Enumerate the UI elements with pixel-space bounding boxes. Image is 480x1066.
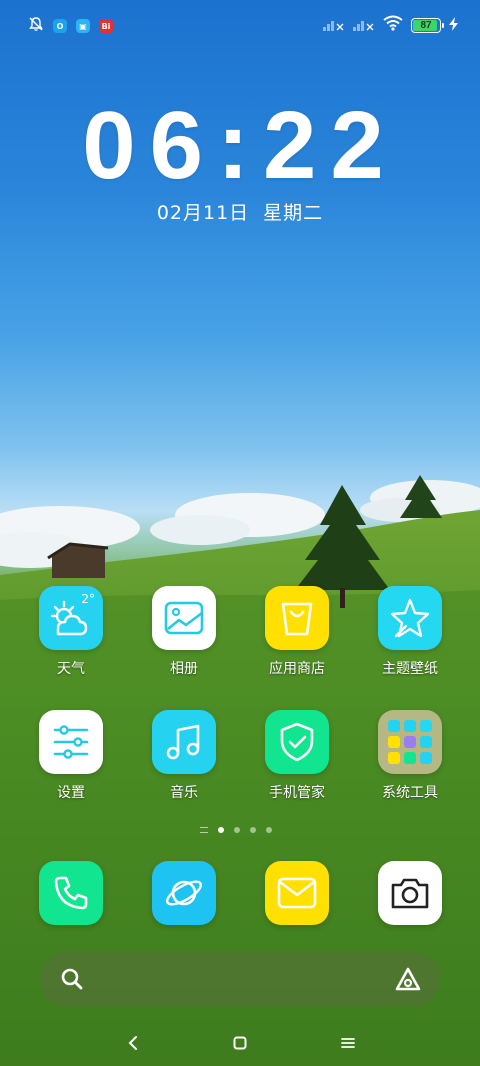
app-label: 设置 xyxy=(57,785,85,801)
folder-icon xyxy=(378,710,442,774)
app-label: 相册 xyxy=(170,661,198,677)
page-dot-list[interactable] xyxy=(200,827,208,833)
page-dot[interactable] xyxy=(234,827,240,833)
camera-icon xyxy=(378,861,442,925)
shopping-bag-icon xyxy=(265,586,329,650)
battery-level: 87 xyxy=(420,19,432,31)
weather-icon: 2° xyxy=(39,586,103,650)
battery-indicator: 87 xyxy=(411,17,444,33)
folder-system-tools[interactable]: 系统工具 xyxy=(355,710,465,802)
gallery-icon xyxy=(152,586,216,650)
planet-icon xyxy=(152,861,216,925)
charging-icon xyxy=(449,16,458,35)
app-label: 天气 xyxy=(57,661,85,677)
dock-camera[interactable] xyxy=(355,861,465,925)
page-dot[interactable] xyxy=(250,827,256,833)
app-settings[interactable]: 设置 xyxy=(16,710,126,802)
app-phone-manager[interactable]: 手机管家 xyxy=(242,710,352,802)
navigation-bar xyxy=(0,1018,480,1066)
weather-temp: 2° xyxy=(81,592,95,606)
assistant-icon[interactable] xyxy=(394,966,422,996)
app-themes[interactable]: 主题壁纸 xyxy=(355,586,465,678)
mail-icon xyxy=(265,861,329,925)
search-bar[interactable] xyxy=(40,952,440,1006)
signal-icon xyxy=(323,16,345,35)
weekday-text: 星期二 xyxy=(263,202,324,224)
app-store[interactable]: 应用商店 xyxy=(242,586,352,678)
settings-sliders-icon xyxy=(39,710,103,774)
app-label: 主题壁纸 xyxy=(382,661,438,677)
date-text: 02月11日 xyxy=(156,202,250,224)
dock-browser[interactable] xyxy=(129,861,239,925)
app-notification-icon: ▣ xyxy=(76,19,90,33)
status-bar: O ▣ Bi 87 xyxy=(0,0,480,50)
clock-date[interactable]: 02月11日 星期二 xyxy=(0,198,480,225)
star-icon xyxy=(378,586,442,650)
page-dot[interactable] xyxy=(266,827,272,833)
phone-icon xyxy=(39,861,103,925)
app-label: 应用商店 xyxy=(269,661,325,677)
app-label: 系统工具 xyxy=(382,785,438,801)
signal-icon xyxy=(353,16,375,35)
app-gallery[interactable]: 相册 xyxy=(129,586,239,678)
music-note-icon xyxy=(152,710,216,774)
back-icon[interactable] xyxy=(118,1028,148,1058)
app-weather[interactable]: 2° 天气 xyxy=(16,586,126,678)
app-notification-icon: O xyxy=(53,19,67,33)
app-label: 手机管家 xyxy=(269,785,325,801)
clock-time[interactable]: 06:22 xyxy=(0,96,480,196)
home-screen: O ▣ Bi 87 06:22 02月11日 星期二 2° 天气 相册 应用商店… xyxy=(0,0,480,1066)
wifi-icon xyxy=(383,15,403,35)
app-notification-icon: Bi xyxy=(99,19,113,33)
app-label: 音乐 xyxy=(170,785,198,801)
menu-icon[interactable] xyxy=(333,1028,363,1058)
search-icon[interactable] xyxy=(60,967,84,995)
shield-check-icon xyxy=(265,710,329,774)
page-dot-active[interactable] xyxy=(218,827,224,833)
home-icon[interactable] xyxy=(225,1028,255,1058)
page-indicator[interactable] xyxy=(200,827,272,833)
dock-messages[interactable] xyxy=(242,861,352,925)
app-music[interactable]: 音乐 xyxy=(129,710,239,802)
dock-phone[interactable] xyxy=(16,861,126,925)
mute-icon xyxy=(28,16,44,36)
